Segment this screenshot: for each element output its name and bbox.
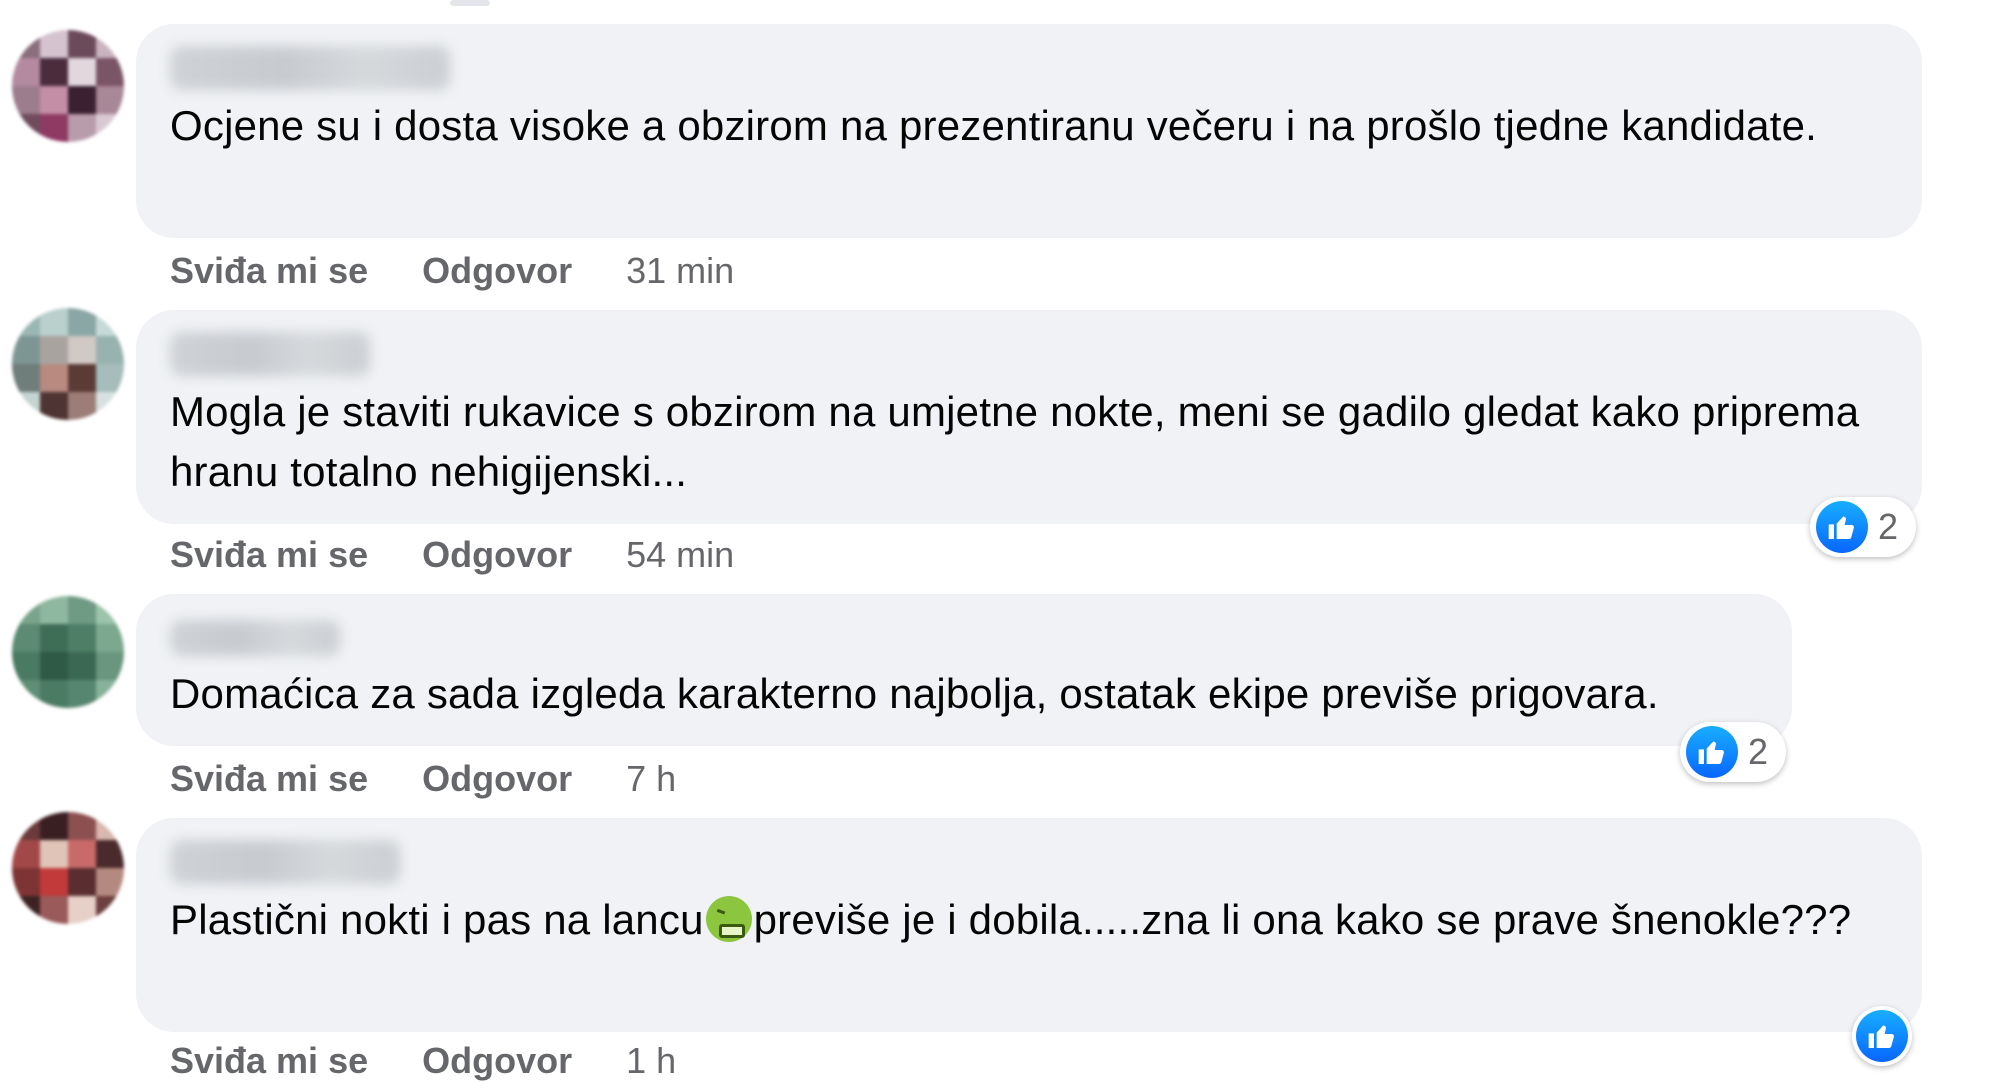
timestamp[interactable]: 7 h [626,758,676,800]
reply-button[interactable]: Odgovor [422,250,572,292]
reactions-summary[interactable]: 2 [1680,722,1786,782]
like-icon [1856,1010,1908,1062]
timestamp[interactable]: 31 min [626,250,734,292]
author-name-blurred[interactable] [170,840,400,884]
comment-text-part: previše je i dobila.....zna li ona kako … [753,896,1852,943]
comment-text: Ocjene su i dosta visoke a obzirom na pr… [170,102,1818,149]
like-button[interactable]: Sviđa mi se [170,250,368,292]
timestamp[interactable]: 1 h [626,1040,676,1082]
comment-bubble: Mogla je staviti rukavice s obzirom na u… [136,310,1922,524]
comment-actions: Sviđa mi se Odgovor 31 min [170,250,778,292]
timestamp[interactable]: 54 min [626,534,734,576]
author-name-blurred[interactable] [170,332,370,376]
reactions-summary[interactable]: 2 [1810,497,1916,557]
comment-text: Plastični nokti i pas na lancu previše je… [170,890,1888,950]
reply-button[interactable]: Odgovor [422,758,572,800]
reply-button[interactable]: Odgovor [422,534,572,576]
comment-actions: Sviđa mi se Odgovor 7 h [170,758,720,800]
reaction-count: 2 [1878,506,1899,547]
avatar[interactable] [12,30,124,142]
like-button[interactable]: Sviđa mi se [170,758,368,800]
author-name-blurred[interactable] [170,46,450,90]
comment-text-part: Plastični nokti i pas na lancu [170,896,704,943]
like-button[interactable]: Sviđa mi se [170,534,368,576]
nauseated-face-icon [705,896,752,942]
author-name-blurred[interactable] [170,620,340,656]
avatar[interactable] [12,308,124,420]
like-button[interactable]: Sviđa mi se [170,1040,368,1082]
comment-bubble: Domaćica za sada izgleda karakterno najb… [136,594,1792,746]
comment-bubble: Plastični nokti i pas na lancu previše je… [136,818,1922,1032]
comment-bubble: Ocjene su i dosta visoke a obzirom na pr… [136,24,1922,238]
comment-text: Mogla je staviti rukavice s obzirom na u… [170,388,1860,495]
comments-section: Ocjene su i dosta visoke a obzirom na pr… [0,0,2003,1082]
previous-comment-edge [450,0,490,6]
avatar[interactable] [12,812,124,924]
like-icon [1686,726,1738,778]
comment-actions: Sviđa mi se Odgovor 54 min [170,534,778,576]
reactions-summary[interactable] [1852,1006,1912,1066]
comment-text: Domaćica za sada izgleda karakterno najb… [170,670,1659,717]
comment-actions: Sviđa mi se Odgovor 1 h [170,1040,720,1082]
reaction-count: 2 [1748,731,1769,772]
reply-button[interactable]: Odgovor [422,1040,572,1082]
like-icon [1816,501,1868,553]
avatar[interactable] [12,596,124,708]
